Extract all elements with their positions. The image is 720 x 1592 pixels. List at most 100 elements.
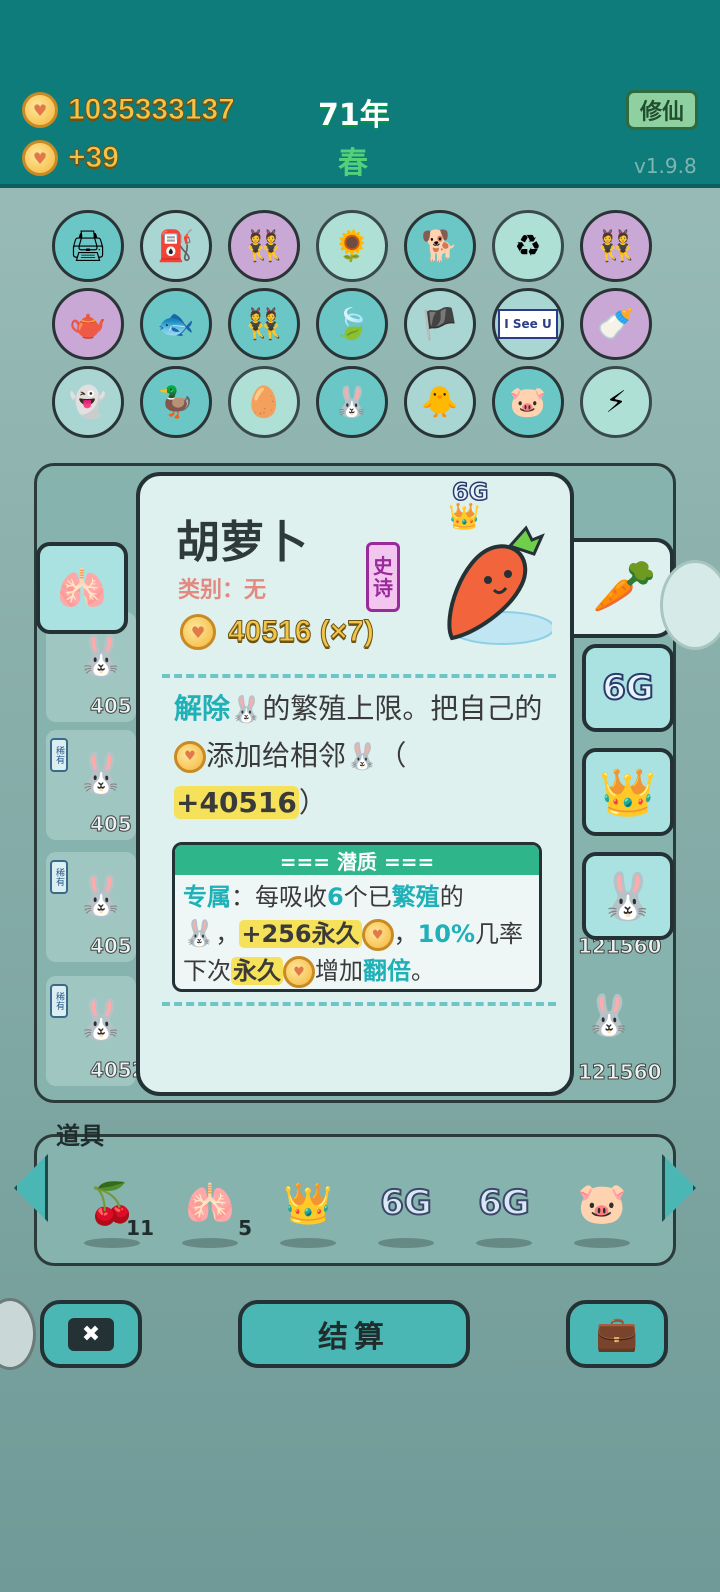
desc-text-3: （: [378, 739, 407, 772]
item-detail-card: 胡萝卜 类别：无 史 诗 6G 👑 ♥ 40516 (×7) 解除🐰的繁殖上限。…: [136, 472, 574, 1096]
bunny-icon: 🐰: [183, 919, 216, 949]
6g-tab[interactable]: 6G: [582, 644, 674, 732]
desc-text-1: 的繁殖上限。把自己的: [262, 692, 543, 725]
6g-icon: 6G: [477, 1182, 531, 1224]
crown-tab[interactable]: 👑: [582, 748, 674, 836]
season-label: 春: [338, 146, 368, 181]
grid-cell[interactable]: 🐷: [492, 366, 564, 438]
card-description: 解除🐰的繁殖上限。把自己的♥ 添加给相邻🐰（ +40516）: [174, 686, 554, 826]
bunny-icon: 🐰: [76, 751, 126, 797]
liver-icon: 🫁: [185, 1180, 235, 1227]
board-slot[interactable]: 稀有 🐰 405: [46, 730, 136, 840]
item-slot[interactable]: 🍒 11: [70, 1158, 154, 1248]
desc-keyword-remove: 解除: [174, 692, 231, 725]
recycle-icon: ♻: [514, 228, 542, 264]
item-slot[interactable]: 6G: [462, 1158, 546, 1248]
income-display: ♥ +39: [22, 140, 119, 176]
item-slot[interactable]: 6G: [364, 1158, 448, 1248]
bunny-icon: 🐰: [76, 873, 126, 919]
twins-icon: 👯: [245, 228, 283, 264]
grid-cell[interactable]: 🌻: [316, 210, 388, 282]
heart-coin-icon: ♥: [174, 741, 206, 773]
pot-duck-icon: 🦆: [157, 384, 195, 420]
item-shadow: [182, 1238, 238, 1248]
pot-text-4: ，: [215, 920, 240, 948]
bunny-icon: 🐰: [346, 742, 379, 772]
grid-cell[interactable]: ⛽: [140, 210, 212, 282]
pot-text-3: 的: [439, 883, 464, 911]
grid-cell[interactable]: 👻: [52, 366, 124, 438]
i-see-u-icon: I See U: [498, 309, 558, 339]
rarity-badge: 史 诗: [366, 542, 400, 612]
grid-cell[interactable]: 🐟: [140, 288, 212, 360]
heart-coin-icon: ♥: [180, 614, 216, 650]
grid-cell[interactable]: 🍼: [580, 288, 652, 360]
grid-cell[interactable]: 🥚: [228, 366, 300, 438]
liver-tile[interactable]: 🫁: [36, 542, 128, 634]
twins-icon: 👯: [597, 228, 635, 264]
chick-icon: 🐥: [421, 384, 459, 420]
grid-cell[interactable]: 🐥: [404, 366, 476, 438]
item-slot[interactable]: 🫁 5: [168, 1158, 252, 1248]
item-count: 11: [126, 1216, 154, 1240]
value-amount: 40516 (×7): [228, 615, 375, 649]
pot-perm: 永久: [231, 957, 283, 985]
cancel-button[interactable]: ✖: [40, 1300, 142, 1368]
grid-cell[interactable]: 🏴: [404, 288, 476, 360]
pot-perm-bonus: +256永久: [239, 920, 362, 948]
bunny-icon: 🐰: [599, 868, 657, 923]
grid-cell[interactable]: ⚡: [580, 366, 652, 438]
piggy-bank-icon: 🐷: [509, 384, 547, 420]
lightning-icon: ⚡: [605, 384, 627, 420]
item-slot[interactable]: 👑: [266, 1158, 350, 1248]
version-label: v1.9.8: [634, 154, 697, 178]
6g-icon: 6G: [379, 1182, 433, 1224]
board-slot[interactable]: 稀有 🐰 405: [46, 852, 136, 962]
fishbowl-icon: 🐟: [157, 306, 195, 342]
item-slot[interactable]: 🐷: [560, 1158, 644, 1248]
printer-warning-icon: 🖨: [68, 228, 108, 264]
pot-double: 翻倍: [363, 957, 411, 985]
money-amount: 1035333137: [68, 93, 236, 127]
desc-text-2: 添加给相邻: [206, 739, 347, 772]
card-value: ♥ 40516 (×7): [180, 614, 374, 650]
grid-cell[interactable]: 🖨: [52, 210, 124, 282]
grid-cell[interactable]: 👯: [228, 210, 300, 282]
item-shadow: [280, 1238, 336, 1248]
pot-text-2: 个已: [343, 883, 392, 911]
bunny-tab[interactable]: 🐰: [582, 852, 674, 940]
heart-coin-icon: ♥: [283, 956, 315, 988]
rarity-char-2: 诗: [373, 576, 393, 600]
crown-icon: 👑: [599, 764, 657, 819]
grid-cell[interactable]: 👯: [228, 288, 300, 360]
board-slot[interactable]: 稀有 🐰 4052: [46, 976, 146, 1086]
grid-cell[interactable]: 👯: [580, 210, 652, 282]
grid-cell[interactable]: 🫖: [52, 288, 124, 360]
bunny-icon: 🐰: [584, 993, 634, 1039]
collection-grid: 🖨 ⛽ 👯 🌻 🐕 ♻ 👯 🫖 🐟 👯 🍃 🏴 I See U 🍼 👻 🦆 🥚 🐰 🐥 🐷 ⚡: [52, 210, 672, 438]
pot-text-5: ，: [393, 920, 418, 948]
grid-cell[interactable]: I See U: [492, 288, 564, 360]
grid-cell[interactable]: 🐕: [404, 210, 476, 282]
rarity-tag: 稀有: [50, 984, 68, 1018]
potential-body: 专属：每吸收6个已繁殖的 🐰，+256永久 ♥ ，10%几率下次永久 ♥ 增加翻倍。: [175, 875, 539, 989]
settle-button[interactable]: 结算: [238, 1300, 470, 1368]
carrot-tab[interactable]: 🥕: [570, 538, 674, 638]
heart-coin-icon: ♥: [22, 92, 58, 128]
grid-cell[interactable]: 🦆: [140, 366, 212, 438]
items-label: 道具: [56, 1122, 104, 1150]
pot-text-1: ：每吸收: [231, 883, 327, 911]
grid-cell[interactable]: 🍃: [316, 288, 388, 360]
desc-bonus: +40516: [174, 786, 299, 819]
grid-cell[interactable]: 🐰: [316, 366, 388, 438]
cultivation-button[interactable]: 修仙: [626, 90, 698, 130]
item-shadow: [378, 1238, 434, 1248]
income-amount: +39: [68, 141, 120, 175]
bag-button[interactable]: 💼: [566, 1300, 668, 1368]
rarity-char-1: 史: [373, 554, 393, 578]
liver-icon: 🫁: [57, 565, 107, 612]
grid-cell[interactable]: ♻: [492, 210, 564, 282]
bunny-icon: 🐰: [230, 695, 263, 725]
carrot-icon: 🥕: [592, 557, 657, 617]
year-label: 71年: [318, 98, 390, 133]
